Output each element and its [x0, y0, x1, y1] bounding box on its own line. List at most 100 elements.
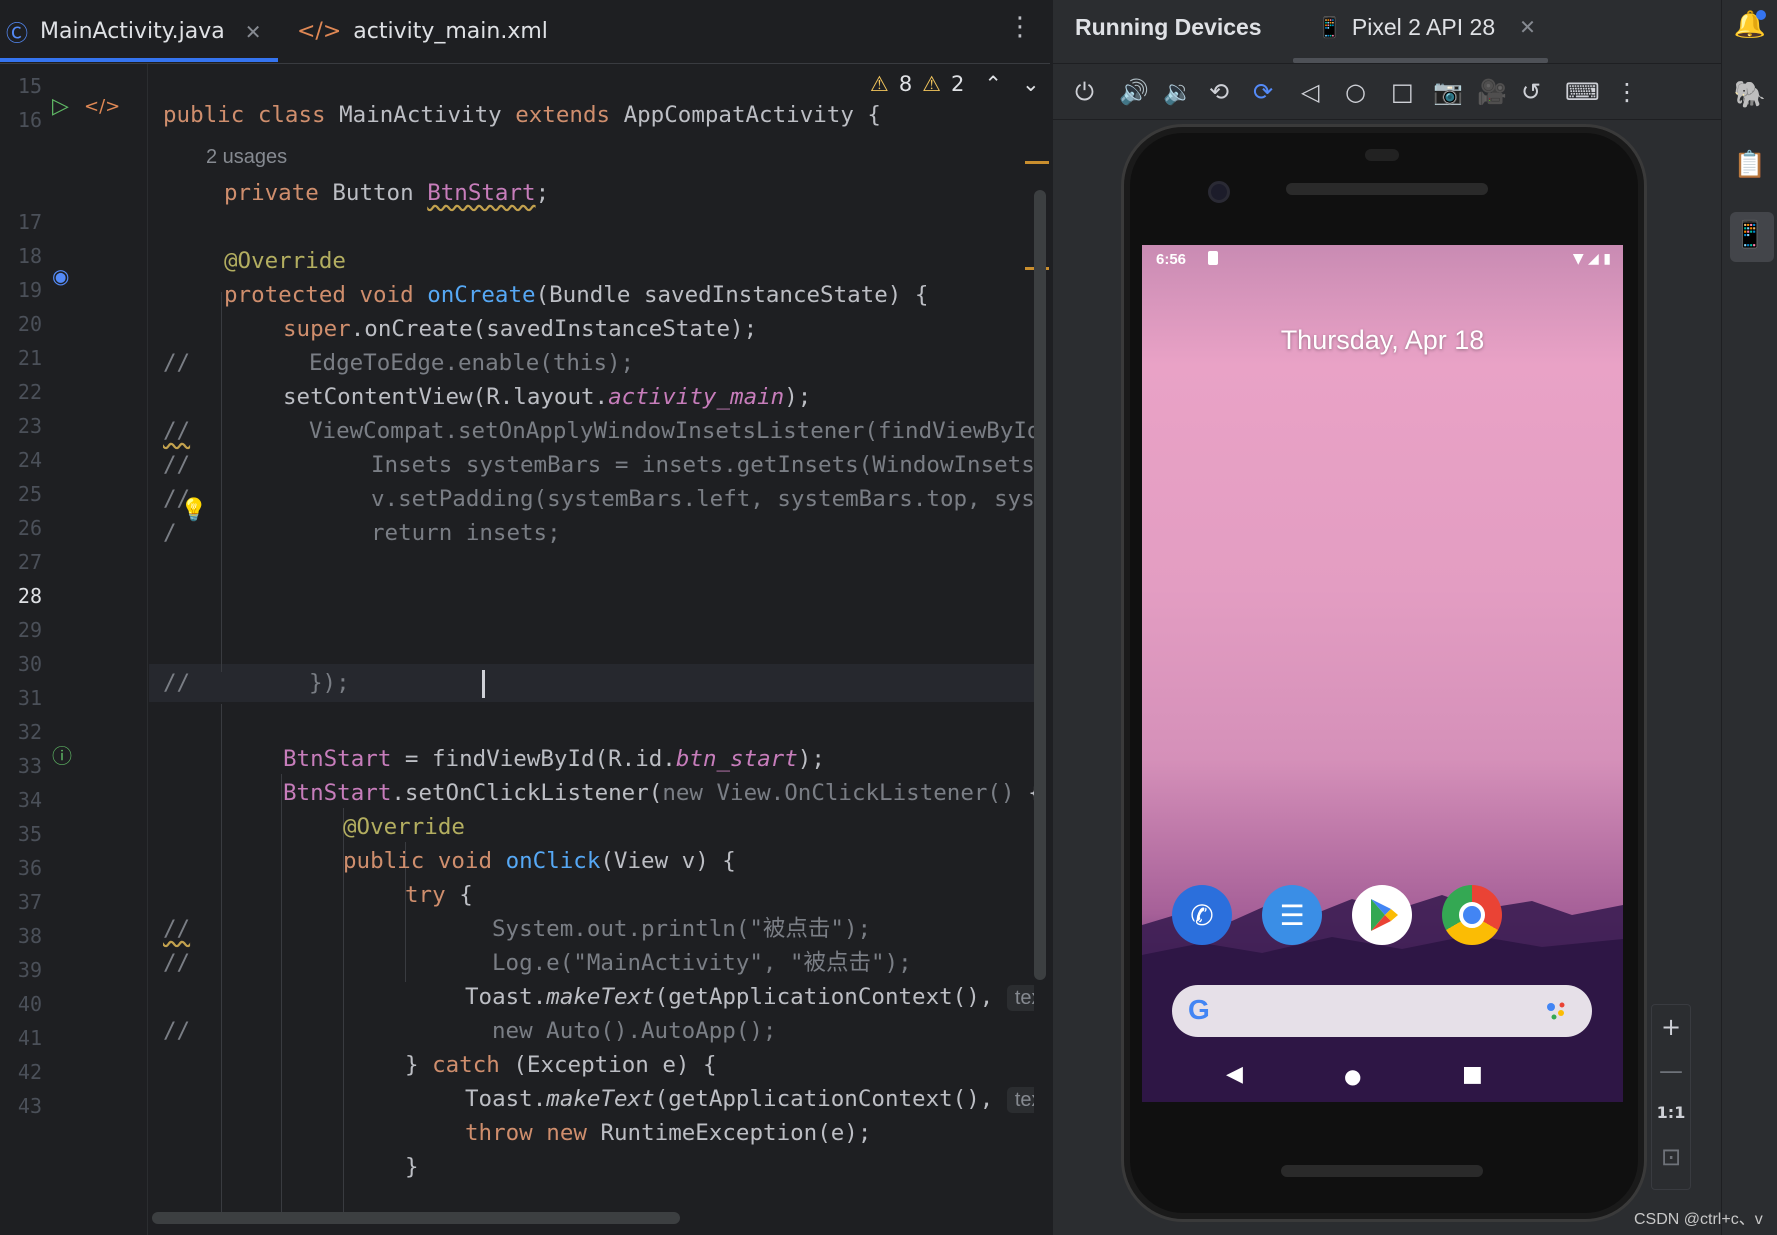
line-number[interactable]: 40 [0, 992, 42, 1016]
line-number[interactable]: 18 [0, 244, 42, 268]
phone-app-icon[interactable]: ✆ [1172, 885, 1232, 945]
screenshot-icon[interactable]: 📷 [1433, 78, 1463, 106]
warning-icon: ⚠ [870, 72, 889, 96]
run-icon[interactable]: ▷ [52, 94, 69, 119]
status-time: 6:56 [1156, 251, 1187, 268]
line-number[interactable]: 36 [0, 856, 42, 880]
active-tab-indicator [0, 58, 278, 62]
horizontal-scrollbar[interactable] [152, 1212, 680, 1224]
usages-hint[interactable]: 2 usages [206, 146, 287, 169]
code-line-38: Toast.makeText(getApplicationContext(), … [465, 978, 1034, 1016]
line-number[interactable]: 24 [0, 448, 42, 472]
line-number[interactable]: 37 [0, 890, 42, 914]
play-store-icon [1371, 899, 1398, 931]
device-manager-icon[interactable]: 📋 [1722, 150, 1777, 180]
reset-icon[interactable]: ↺ [1521, 78, 1541, 106]
line-number[interactable]: 19 [0, 278, 42, 302]
zoom-in-button[interactable]: + [1652, 1013, 1690, 1041]
close-icon[interactable]: ✕ [1519, 15, 1536, 40]
panel-title: Running Devices [1075, 14, 1262, 40]
xml-layout-icon[interactable]: </> [84, 96, 120, 117]
line-number[interactable]: 38 [0, 924, 42, 948]
code-editor[interactable]: Ⓒ MainActivity.java ✕ </> activity_main.… [0, 0, 1050, 1235]
line-number[interactable]: 39 [0, 958, 42, 982]
device-screen[interactable]: 6:56 ▼ ◢ ▮ Thursday, Apr 18 ✆ ☰ G ◀ ● ■ [1142, 245, 1623, 1102]
overview-icon[interactable]: □ [1391, 78, 1414, 106]
override-method-icon[interactable]: ◉ [52, 264, 69, 288]
zoom-actual-size-button[interactable]: 1:1 [1652, 1103, 1690, 1122]
line-number[interactable]: 22 [0, 380, 42, 404]
home-icon[interactable]: ○ [1345, 78, 1366, 106]
status-icons: ▼ ◢ ▮ [1573, 251, 1611, 267]
tab-activity-main-xml[interactable]: </> activity_main.xml [297, 0, 548, 63]
back-icon[interactable]: ◁ [1301, 78, 1319, 106]
code-line-22: // [163, 350, 191, 376]
chevron-up-icon[interactable]: ⌃ [984, 72, 1002, 96]
rotate-right-icon[interactable]: ⟳ [1253, 78, 1273, 106]
device-tab[interactable]: 📱 Pixel 2 API 28 ✕ [1317, 14, 1536, 41]
implement-method-icon[interactable]: ⓘ [52, 740, 72, 769]
warning-count: 8 [898, 72, 913, 96]
line-number[interactable]: 35 [0, 822, 42, 846]
code-line-24: // [163, 418, 191, 444]
chevron-down-icon[interactable]: ⌄ [1022, 72, 1040, 96]
zoom-out-button[interactable]: — [1652, 1057, 1690, 1085]
home-date[interactable]: Thursday, Apr 18 [1142, 325, 1623, 356]
zoom-controls: + — 1:1 ⊡ [1651, 1004, 1691, 1190]
nav-overview-icon[interactable]: ■ [1462, 1062, 1483, 1087]
line-number[interactable]: 17 [0, 210, 42, 234]
code-area[interactable]: public class MainActivity extends AppCom… [149, 64, 1034, 1214]
line-number[interactable]: 25 [0, 482, 42, 506]
phone-sensor [1365, 149, 1399, 161]
line-number[interactable]: 16 [0, 108, 42, 132]
line-number[interactable]: 29 [0, 618, 42, 642]
line-number[interactable]: 41 [0, 1026, 42, 1050]
tab-label: activity_main.xml [353, 19, 548, 44]
notifications-icon[interactable]: 🔔 [1722, 10, 1777, 40]
messages-app-icon[interactable]: ☰ [1262, 885, 1322, 945]
close-icon[interactable]: ✕ [245, 20, 262, 44]
line-number[interactable]: 23 [0, 414, 42, 438]
screen-record-icon[interactable]: 🎥 [1477, 78, 1507, 106]
more-vertical-icon[interactable]: ⋮ [1007, 12, 1033, 42]
inspection-widget[interactable]: ⚠ 8 ⚠ 2 ⌃ ⌄ [870, 72, 1040, 96]
line-number[interactable]: 26 [0, 516, 42, 540]
line-number[interactable]: 21 [0, 346, 42, 370]
device-frame: 6:56 ▼ ◢ ▮ Thursday, Apr 18 ✆ ☰ G ◀ ● ■ [1121, 124, 1647, 1222]
line-number-gutter[interactable]: 15 16 17 18 19 20 21 22 23 24 25 26 27 28 29 30 31 32 33 34… [0, 64, 207, 1235]
keyboard-icon[interactable]: ⌨ [1565, 78, 1600, 106]
warning-stripe-mark[interactable] [1025, 161, 1049, 164]
line-number[interactable]: 27 [0, 550, 42, 574]
play-store-app-icon[interactable] [1352, 885, 1412, 945]
code-line-36: // [163, 916, 191, 942]
line-number[interactable]: 31 [0, 686, 42, 710]
chrome-app-icon[interactable] [1442, 885, 1502, 945]
zoom-fit-icon[interactable]: ⊡ [1652, 1143, 1690, 1171]
volume-down-icon[interactable]: 🔉 [1163, 78, 1193, 106]
google-logo-icon: G [1188, 994, 1210, 1025]
right-tool-strip: 🔔 🐘 📋 📱 [1721, 0, 1777, 1235]
vertical-scrollbar[interactable] [1034, 190, 1046, 980]
line-number[interactable]: 28 [0, 584, 42, 608]
gradle-icon[interactable]: 🐘 [1722, 80, 1777, 110]
line-number[interactable]: 42 [0, 1060, 42, 1084]
line-number[interactable]: 33 [0, 754, 42, 778]
line-number[interactable]: 32 [0, 720, 42, 744]
google-search-bar[interactable]: G [1172, 985, 1592, 1037]
running-devices-icon[interactable]: 📱 [1722, 220, 1777, 250]
xml-icon: </> [297, 19, 342, 44]
rotate-left-icon[interactable]: ⟲ [1209, 78, 1229, 106]
code-line-39: // [163, 1018, 191, 1044]
line-number[interactable]: 15 [0, 74, 42, 98]
more-vertical-icon[interactable]: ⋮ [1615, 78, 1639, 106]
tab-mainactivity-java[interactable]: Ⓒ MainActivity.java ✕ [6, 0, 262, 63]
code-line-33: @Override [343, 814, 465, 840]
line-number[interactable]: 30 [0, 652, 42, 676]
nav-home-icon[interactable]: ● [1344, 1064, 1361, 1088]
line-number[interactable]: 20 [0, 312, 42, 336]
line-number[interactable]: 34 [0, 788, 42, 812]
line-number[interactable]: 43 [0, 1094, 42, 1118]
power-icon[interactable]: ⏻ [1075, 78, 1094, 106]
nav-back-icon[interactable]: ◀ [1226, 1062, 1243, 1087]
volume-up-icon[interactable]: 🔊 [1119, 78, 1149, 106]
